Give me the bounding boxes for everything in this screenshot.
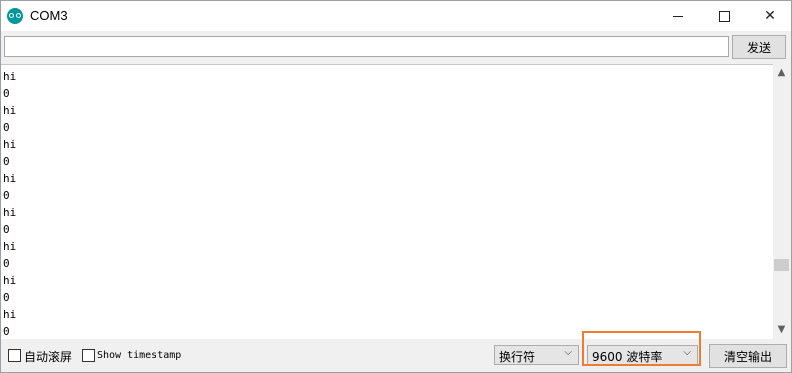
scroll-down-icon[interactable]: ▼ [773, 321, 790, 338]
output-line: 0 [3, 189, 10, 202]
arduino-icon [7, 8, 23, 24]
scroll-up-icon[interactable]: ▲ [773, 64, 790, 81]
output-lines: hi 0 hi 0 hi 0 hi 0 hi 0 hi 0 hi 0 hi 0 [3, 68, 16, 340]
close-icon: ✕ [764, 8, 776, 24]
output-line: hi [3, 274, 17, 287]
autoscroll-checkbox[interactable] [8, 349, 21, 362]
output-line: 0 [3, 155, 10, 168]
send-input[interactable] [4, 36, 729, 57]
output-line: hi [3, 70, 17, 83]
output-line: hi [3, 308, 17, 321]
maximize-icon [718, 10, 730, 22]
serial-monitor-window: COM3 ✕ 发送 hi 0 hi 0 hi 0 hi 0 hi 0 hi 0 hi 0 hi 0 ▲ ▼ 自… [0, 0, 792, 373]
output-line: 0 [3, 257, 10, 270]
timestamp-label: Show timestamp [97, 350, 182, 361]
close-button[interactable]: ✕ [747, 1, 791, 31]
baud-rate-highlight [582, 331, 701, 366]
timestamp-checkbox[interactable] [82, 349, 95, 362]
maximize-button[interactable] [701, 1, 747, 31]
output-line: hi [3, 104, 17, 117]
autoscroll-label: 自动滚屏 [24, 350, 73, 364]
output-scrollbar[interactable]: ▲ ▼ [773, 64, 790, 338]
line-ending-value: 换行符 [499, 350, 536, 364]
minimize-button[interactable] [655, 1, 701, 31]
output-line: 0 [3, 223, 10, 236]
output-line: hi [3, 206, 17, 219]
scroll-thumb[interactable] [774, 259, 789, 271]
clear-output-button[interactable]: 清空输出 [709, 344, 787, 368]
output-line: 0 [3, 325, 10, 338]
output-line: 0 [3, 121, 10, 134]
title-bar: COM3 ✕ [1, 1, 791, 31]
output-line: hi [3, 172, 17, 185]
send-button[interactable]: 发送 [732, 35, 786, 59]
window-title: COM3 [30, 8, 68, 23]
serial-output[interactable]: hi 0 hi 0 hi 0 hi 0 hi 0 hi 0 hi 0 hi 0 [1, 64, 773, 339]
output-line: 0 [3, 291, 10, 304]
chevron-down-icon: ⌵ [564, 347, 572, 358]
output-line: hi [3, 240, 17, 253]
output-line: 0 [3, 87, 10, 100]
minimize-icon [673, 15, 683, 17]
line-ending-select[interactable]: 换行符 ⌵ [494, 345, 579, 365]
output-line: hi [3, 138, 17, 151]
